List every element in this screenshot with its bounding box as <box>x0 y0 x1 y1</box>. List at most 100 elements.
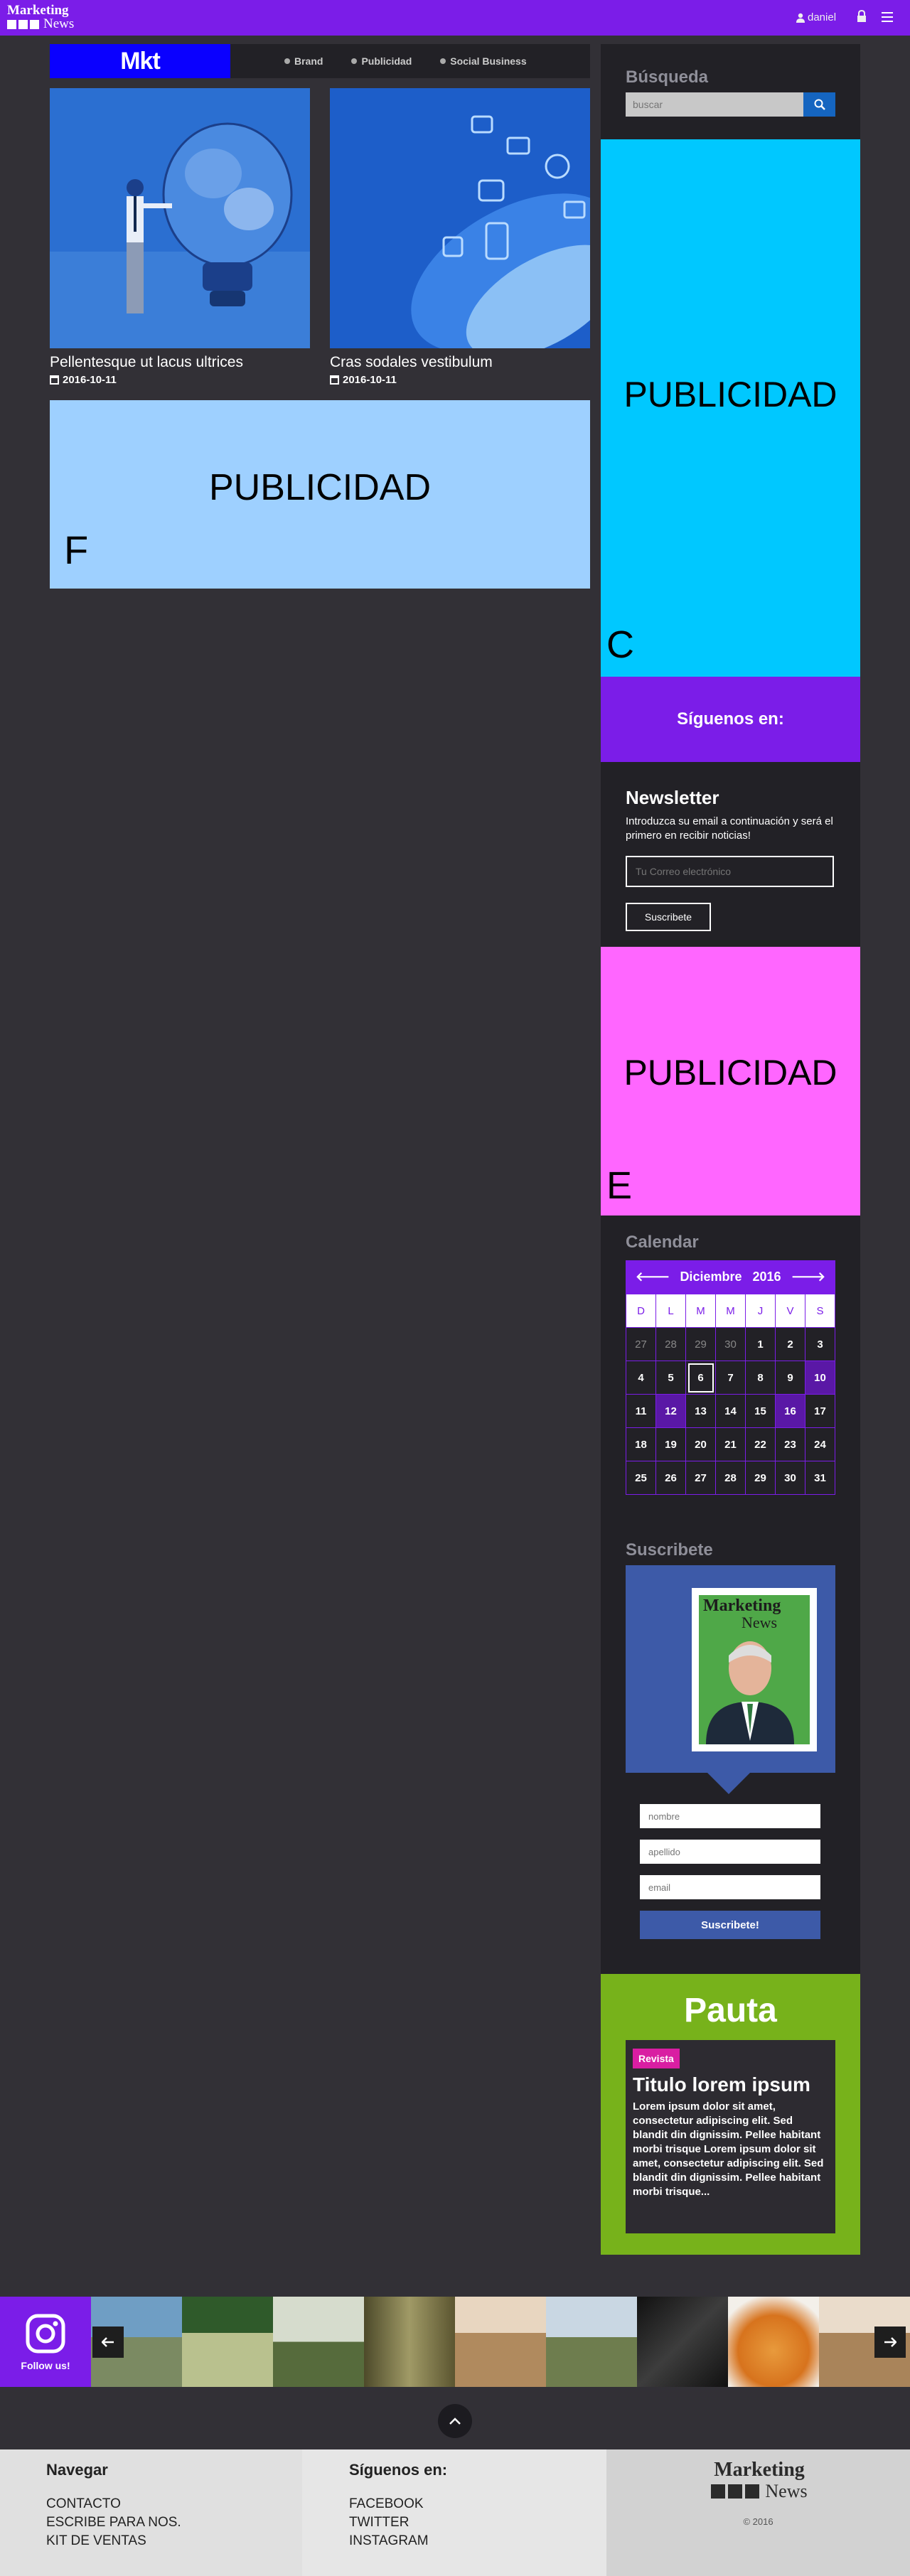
calendar-day[interactable]: 31 <box>805 1461 835 1495</box>
footer-link-instagram[interactable]: INSTAGRAM <box>349 2532 429 2550</box>
calendar-day[interactable]: 6 <box>686 1361 716 1395</box>
instagram-follow-button[interactable]: Follow us! <box>0 2297 91 2387</box>
instagram-photo[interactable] <box>637 2297 728 2387</box>
newsletter-email-input[interactable] <box>626 856 834 887</box>
newsletter-subscribe-button[interactable]: Suscribete <box>626 903 711 931</box>
calendar-day[interactable]: 4 <box>626 1361 656 1395</box>
nav-brand[interactable]: Mkt <box>50 44 230 78</box>
article-card[interactable]: Cras sodales vestibulum 2016-10-11 <box>330 88 590 386</box>
ad-banner-e[interactable]: PUBLICIDAD E <box>601 947 860 1215</box>
instagram-photo[interactable] <box>546 2297 637 2387</box>
calendar-day[interactable]: 16 <box>776 1395 805 1428</box>
subscribe-submit-button[interactable]: Suscribete! <box>640 1911 820 1939</box>
calendar-day[interactable]: 30 <box>776 1461 805 1495</box>
logo-line-1: Marketing <box>7 3 69 18</box>
calendar-day[interactable]: 28 <box>716 1461 746 1495</box>
calendar-day[interactable]: 8 <box>746 1361 776 1395</box>
calendar-day[interactable]: 15 <box>746 1395 776 1428</box>
newsletter-description: Introduzca su email a continuación y ser… <box>626 815 833 842</box>
instagram-prev-arrow-icon[interactable] <box>92 2327 124 2358</box>
calendar-day[interactable]: 13 <box>686 1395 716 1428</box>
calendar-icon <box>330 375 339 385</box>
calendar-day[interactable]: 27 <box>686 1461 716 1495</box>
calendar-day[interactable]: 1 <box>746 1328 776 1361</box>
article-image-social-icons[interactable] <box>330 88 590 348</box>
calendar-widget: 🡐 Diciembre 2016 🡒 D L M M J V S 27 28 29 30 1 2 3 4 5 6… <box>626 1260 835 1495</box>
ad-banner-f[interactable]: PUBLICIDAD F <box>50 400 590 589</box>
footer-link-kit-ventas[interactable]: KIT DE VENTAS <box>46 2532 181 2550</box>
nav-item-brand[interactable]: Brand <box>284 55 323 67</box>
calendar-day[interactable]: 14 <box>716 1395 746 1428</box>
calendar-day[interactable]: 10 <box>805 1361 835 1395</box>
instagram-photo[interactable] <box>182 2297 273 2387</box>
instagram-photo[interactable] <box>455 2297 546 2387</box>
calendar-day[interactable]: 29 <box>686 1328 716 1361</box>
scroll-to-top-button[interactable] <box>438 2404 472 2438</box>
article-card[interactable]: Pellentesque ut lacus ultrices 2016-10-1… <box>50 88 310 386</box>
next-month-arrow-icon[interactable]: 🡒 <box>791 1270 825 1284</box>
magazine-title: Marketing <box>703 1596 781 1615</box>
calendar-day[interactable]: 18 <box>626 1428 656 1461</box>
calendar-day[interactable]: 11 <box>626 1395 656 1428</box>
footer-link-facebook[interactable]: FACEBOOK <box>349 2495 429 2513</box>
calendar-day[interactable]: 3 <box>805 1328 835 1361</box>
bullet-icon <box>351 58 358 64</box>
subscribe-lastname-input[interactable] <box>640 1840 820 1864</box>
article-title[interactable]: Cras sodales vestibulum <box>330 354 590 371</box>
nav-item-publicidad[interactable]: Publicidad <box>351 55 412 67</box>
calendar-day[interactable]: 5 <box>656 1361 686 1395</box>
calendar-day[interactable]: 20 <box>686 1428 716 1461</box>
subscribe-email-input[interactable] <box>640 1875 820 1899</box>
ad-letter: C <box>606 623 634 666</box>
footer-link-contacto[interactable]: CONTACTO <box>46 2495 181 2513</box>
pauta-title: Pauta <box>684 1992 777 2029</box>
calendar-day[interactable]: 25 <box>626 1461 656 1495</box>
calendar-day[interactable]: 2 <box>776 1328 805 1361</box>
instagram-strip: Follow us! <box>0 2297 910 2387</box>
user-icon <box>796 13 805 23</box>
subscribe-title: Suscribete <box>626 1540 713 1560</box>
instagram-photo[interactable] <box>728 2297 819 2387</box>
search-button[interactable] <box>803 92 835 117</box>
search-input[interactable] <box>626 92 803 117</box>
pauta-heading[interactable]: Titulo lorem ipsum <box>633 2074 828 2095</box>
footer: Navegar CONTACTO ESCRIBE PARA NOS. KIT D… <box>0 2449 910 2576</box>
instagram-next-arrow-icon[interactable] <box>874 2327 906 2358</box>
calendar-weekday: S <box>805 1294 835 1328</box>
lock-icon[interactable] <box>857 10 867 23</box>
calendar-day[interactable]: 22 <box>746 1428 776 1461</box>
calendar-day[interactable]: 26 <box>656 1461 686 1495</box>
calendar-day[interactable]: 28 <box>656 1328 686 1361</box>
calendar-day[interactable]: 9 <box>776 1361 805 1395</box>
pauta-card[interactable]: Revista Titulo lorem ipsum Lorem ipsum d… <box>626 2040 835 2233</box>
calendar-day[interactable]: 23 <box>776 1428 805 1461</box>
calendar-day[interactable]: 17 <box>805 1395 835 1428</box>
footer-logo[interactable]: Marketing News <box>699 2460 820 2502</box>
nav-item-social-business[interactable]: Social Business <box>440 55 527 67</box>
instagram-photo[interactable] <box>273 2297 364 2387</box>
pauta-badge[interactable]: Revista <box>633 2049 680 2068</box>
calendar-day[interactable]: 30 <box>716 1328 746 1361</box>
calendar-day[interactable]: 24 <box>805 1428 835 1461</box>
subscribe-name-input[interactable] <box>640 1804 820 1828</box>
search-icon <box>814 99 825 110</box>
calendar-day[interactable]: 29 <box>746 1461 776 1495</box>
main-nav: Mkt Brand Publicidad Social Business <box>50 44 590 78</box>
footer-link-escribe[interactable]: ESCRIBE PARA NOS. <box>46 2513 181 2532</box>
calendar-day[interactable]: 21 <box>716 1428 746 1461</box>
prev-month-arrow-icon[interactable]: 🡐 <box>636 1270 670 1284</box>
calendar-title: Calendar <box>626 1233 699 1252</box>
article-image-lightbulb[interactable] <box>50 88 310 348</box>
magazine-cover[interactable]: Marketing News <box>692 1588 817 1751</box>
instagram-photo[interactable] <box>364 2297 455 2387</box>
hamburger-menu-icon[interactable] <box>882 12 893 22</box>
footer-link-twitter[interactable]: TWITTER <box>349 2513 429 2532</box>
calendar-day[interactable]: 7 <box>716 1361 746 1395</box>
article-title[interactable]: Pellentesque ut lacus ultrices <box>50 354 310 371</box>
calendar-day[interactable]: 27 <box>626 1328 656 1361</box>
calendar-day[interactable]: 12 <box>656 1395 686 1428</box>
calendar-day[interactable]: 19 <box>656 1428 686 1461</box>
user-menu[interactable]: daniel <box>796 11 836 23</box>
ad-banner-c[interactable]: PUBLICIDAD C <box>601 139 860 677</box>
site-logo[interactable]: Marketing News <box>7 4 85 33</box>
